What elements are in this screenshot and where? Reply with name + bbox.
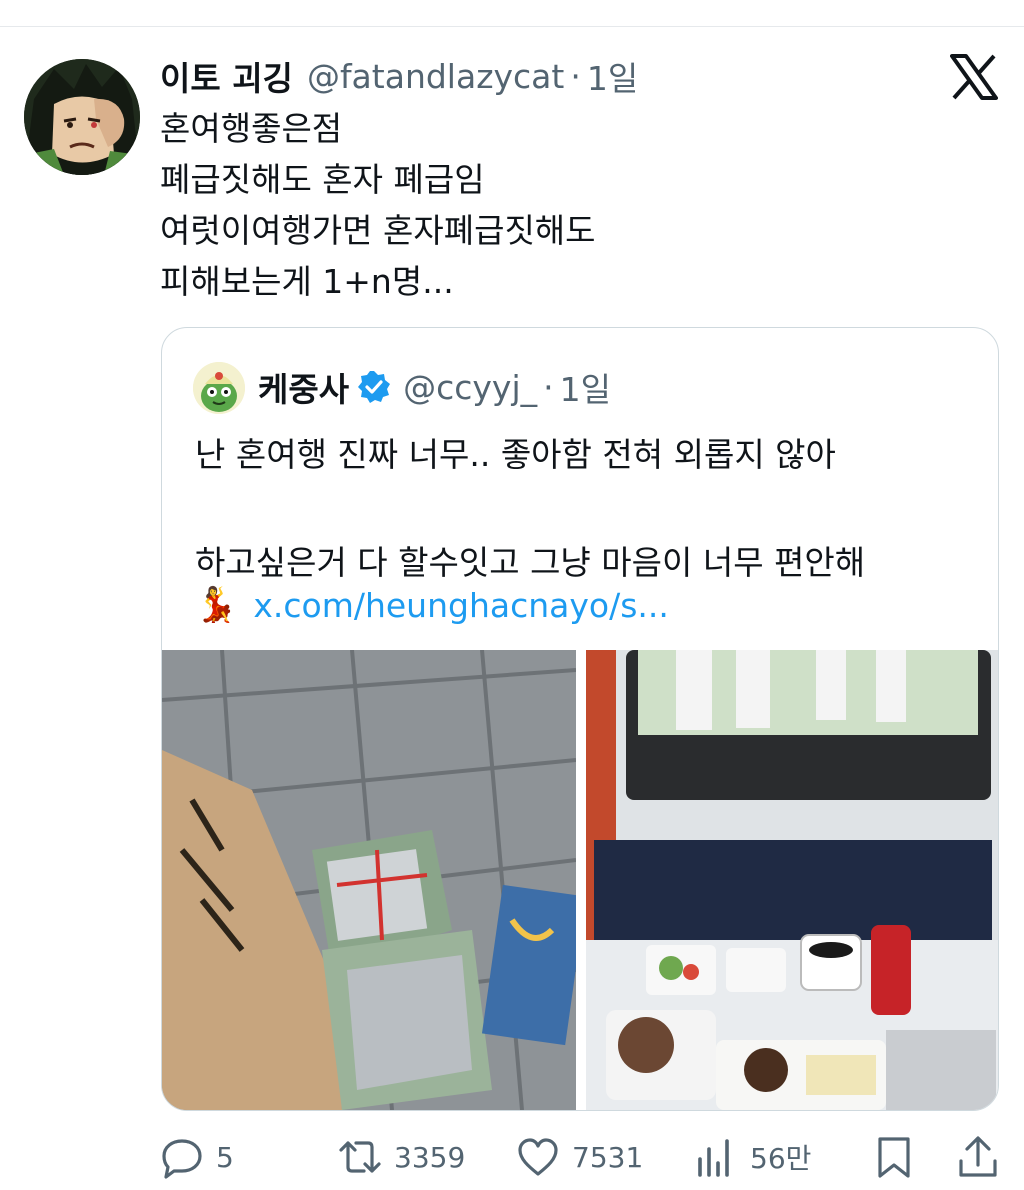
quoted-tweet-card[interactable]: 케중사 @ccyyj_ · 1일 난 혼여행 진짜 너무.. 좋아함 전혀 외롭… xyxy=(161,327,999,1111)
tweet-line: 피해보는게 1+n명... xyxy=(160,262,454,301)
like-button[interactable]: 7531 xyxy=(516,1133,643,1181)
reply-button[interactable]: 5 xyxy=(160,1133,234,1181)
avatar-illustration xyxy=(24,59,140,175)
quoted-author-handle[interactable]: @ccyyj_ xyxy=(403,368,537,407)
tweet-header: 이토 괴깅 @fatandlazycat · 1일 xyxy=(160,52,638,100)
tweet-line: 폐급짓해도 혼자 폐급임 xyxy=(160,160,485,199)
inflight-meal-photo xyxy=(586,650,998,1110)
tweet-line: 여럿이여행가면 혼자폐급짓해도 xyxy=(160,211,596,250)
quoted-author-avatar[interactable] xyxy=(193,362,245,414)
quoted-tweet-time[interactable]: 1일 xyxy=(560,363,611,411)
quoted-link-row: 💃 x.com/heunghacnayo/s... xyxy=(195,580,669,630)
reply-icon xyxy=(162,1139,202,1179)
retweet-button[interactable]: 3359 xyxy=(338,1133,465,1181)
media-photo-inflight-meal[interactable] xyxy=(586,650,998,1110)
tweet-text: 혼여행좋은점 폐급짓해도 혼자 폐급임 여럿이여행가면 혼자폐급짓해도 피해보는… xyxy=(160,103,596,307)
x-logo-icon xyxy=(950,54,998,100)
retweet-count: 3359 xyxy=(394,1140,466,1174)
like-count: 7531 xyxy=(572,1140,644,1174)
views-icon xyxy=(698,1139,729,1177)
quoted-tweet-text: 난 혼여행 진짜 너무.. 좋아함 전혀 외롭지 않아 하고싶은거 다 할수잇고… xyxy=(195,428,865,590)
views-count: 56만 xyxy=(750,1142,812,1175)
verified-badge-icon xyxy=(358,371,391,403)
views-button[interactable]: 56만 xyxy=(694,1133,811,1181)
quoted-link[interactable]: x.com/heunghacnayo/s... xyxy=(253,586,669,625)
tweet-line: 혼여행좋은점 xyxy=(160,109,343,148)
bags-on-pavement-photo xyxy=(162,650,576,1110)
share-icon xyxy=(959,1136,997,1177)
quoted-line: 난 혼여행 진짜 너무.. 좋아함 전혀 외롭지 않아 xyxy=(195,435,836,474)
quoted-blank-line xyxy=(195,482,865,536)
share-button[interactable] xyxy=(956,1133,1000,1181)
author-handle[interactable]: @fatandlazycat xyxy=(307,57,564,96)
header-separator: · xyxy=(543,367,554,407)
quoted-author-name[interactable]: 케중사 xyxy=(258,363,349,411)
quoted-media-grid xyxy=(162,650,998,1110)
bookmark-icon xyxy=(878,1137,910,1178)
tweet-time[interactable]: 1일 xyxy=(587,52,638,100)
media-photo-bags[interactable] xyxy=(162,650,576,1110)
header-separator: · xyxy=(570,56,581,96)
author-avatar[interactable] xyxy=(24,59,140,175)
heart-icon xyxy=(518,1138,558,1176)
frog-avatar-illustration xyxy=(193,362,245,414)
quoted-tweet-header: 케중사 @ccyyj_ · 1일 xyxy=(258,364,611,410)
reply-count: 5 xyxy=(216,1140,234,1174)
retweet-icon xyxy=(339,1141,381,1173)
bookmark-button[interactable] xyxy=(872,1133,916,1181)
top-divider xyxy=(0,26,1024,27)
dancer-emoji: 💃 xyxy=(195,585,238,625)
tweet-action-bar: 5 3359 7531 56만 xyxy=(160,1133,1000,1181)
author-name[interactable]: 이토 괴깅 xyxy=(160,52,293,100)
